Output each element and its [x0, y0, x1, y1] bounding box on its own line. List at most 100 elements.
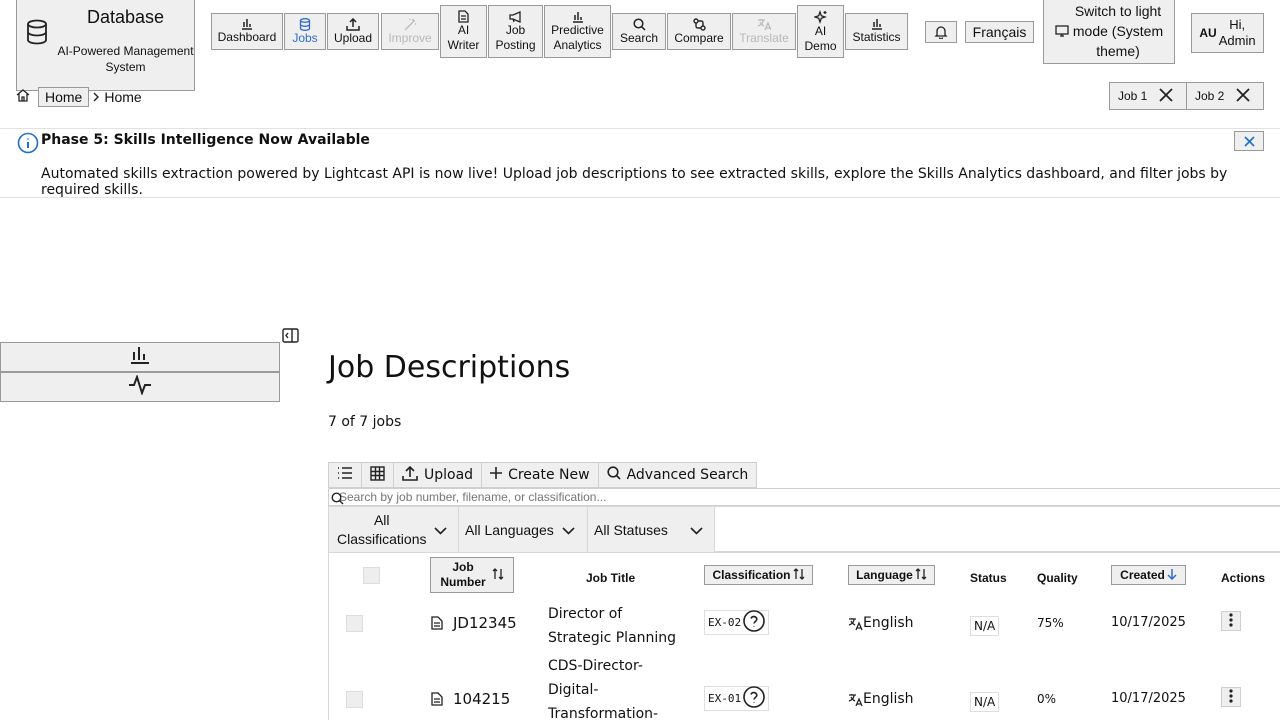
nav-predictive-analytics-button[interactable]: Predictive Analytics — [544, 5, 611, 58]
classification-header: Classification — [712, 568, 791, 582]
info-icon — [17, 132, 39, 158]
home-icon[interactable] — [16, 89, 30, 105]
user-greeting-label: Hi, — [1229, 17, 1246, 32]
database-icon — [299, 17, 311, 31]
tab-label: Job 2 — [1195, 89, 1225, 103]
notifications-button[interactable] — [925, 21, 957, 43]
more-vertical-icon — [1229, 688, 1233, 707]
close-icon[interactable] — [1159, 87, 1173, 105]
nav-ai-demo-label-1: AI — [814, 23, 827, 38]
document-icon — [431, 691, 443, 710]
sidebar-item-analytics[interactable] — [0, 342, 280, 372]
row-actions-button[interactable] — [1221, 687, 1241, 707]
sidebar-toggle-icon[interactable] — [282, 328, 299, 347]
nav-search-label: Search — [619, 30, 659, 45]
tab-job-2[interactable]: Job 2 — [1186, 82, 1264, 110]
nav-translate-button[interactable]: Translate — [732, 13, 796, 50]
bell-icon — [934, 25, 948, 39]
quality-cell: 0% — [1037, 692, 1057, 706]
upload-button[interactable]: Upload — [394, 463, 483, 487]
compare-icon — [692, 17, 706, 31]
theme-toggle-button[interactable]: Switch to light mode (System theme) — [1043, 0, 1175, 64]
banner-title: Phase 5: Skills Intelligence Now Availab… — [41, 132, 370, 148]
sort-icon — [915, 567, 927, 583]
nav-search-button[interactable]: Search — [612, 13, 666, 50]
job-count: 7 of 7 jobs — [328, 414, 402, 430]
tab-job-1[interactable]: Job 1 — [1109, 82, 1187, 110]
created-header: Created — [1120, 568, 1165, 582]
sort-icon — [793, 567, 805, 583]
user-menu-button[interactable]: AU Hi, Admin — [1191, 13, 1264, 53]
advanced-search-button[interactable]: Advanced Search — [599, 463, 757, 487]
select-all-checkbox[interactable] — [363, 567, 380, 584]
row-checkbox[interactable] — [346, 691, 363, 708]
help-icon[interactable] — [743, 610, 765, 635]
job-title-cell[interactable]: CDS-Director- Digital- Transformation- — [548, 654, 658, 726]
job-title-line: Transformation- — [548, 706, 659, 722]
database-icon — [25, 19, 49, 49]
job-toolbar: Upload Create New Advanced Search — [328, 462, 758, 488]
more-vertical-icon — [1229, 612, 1233, 631]
help-icon[interactable] — [743, 686, 765, 711]
page-title: Job Descriptions — [328, 350, 571, 385]
status-badge: N/A — [970, 692, 1000, 712]
language-toggle-label: Français — [972, 23, 1027, 40]
upload-label: Upload — [424, 467, 474, 483]
status-header: Status — [970, 571, 1007, 585]
job-title-line: Digital- — [548, 682, 599, 698]
nav-jobs-button[interactable]: Jobs — [284, 13, 326, 50]
bar-chart-icon — [130, 346, 150, 368]
banner-text: Automated skills extraction powered by L… — [41, 166, 1228, 198]
language-toggle-button[interactable]: Français — [965, 21, 1034, 43]
sort-language-button[interactable]: Language — [848, 565, 935, 585]
created-cell: 10/17/2025 — [1111, 691, 1186, 706]
status-filter[interactable]: All Statuses — [588, 507, 715, 553]
status-badge: N/A — [970, 616, 1000, 636]
activity-icon — [128, 373, 152, 399]
chevron-down-icon — [562, 522, 575, 538]
nav-compare-button[interactable]: Compare — [667, 13, 731, 50]
sort-classification-button[interactable]: Classification — [704, 565, 813, 585]
job-title-cell[interactable]: Director of Strategic Planning — [548, 602, 676, 650]
row-checkbox[interactable] — [346, 615, 363, 632]
language-cell: English — [863, 691, 914, 707]
sidebar-item-activity[interactable] — [0, 372, 280, 402]
sort-created-button[interactable]: Created — [1111, 565, 1186, 585]
create-new-button[interactable]: Create New — [482, 463, 599, 487]
breadcrumb-home-link[interactable]: Home — [38, 87, 90, 107]
list-icon — [337, 466, 353, 484]
create-new-label: Create New — [508, 467, 590, 483]
row-actions-button[interactable] — [1221, 611, 1241, 631]
tab-label: Job 1 — [1118, 89, 1148, 103]
search-input[interactable] — [328, 488, 1280, 506]
list-view-button[interactable] — [329, 463, 362, 487]
close-icon[interactable] — [1236, 87, 1250, 105]
sort-job-number-button[interactable]: Job Number — [430, 557, 514, 593]
brand-block[interactable]: Database AI-Powered Management System — [16, 0, 195, 91]
nav-improve-button[interactable]: Improve — [381, 13, 439, 50]
translate-icon — [848, 692, 863, 711]
nav-statistics-button[interactable]: Statistics — [845, 13, 908, 50]
banner-close-button[interactable] — [1234, 131, 1264, 151]
search-icon — [632, 17, 646, 31]
language-filter[interactable]: All Languages — [459, 507, 588, 553]
classification-filter[interactable]: All Classifications — [329, 507, 459, 553]
brand-subtitle: AI-Powered Management System — [57, 44, 194, 74]
job-title-header: Job Title — [586, 571, 636, 585]
job-number-cell[interactable]: 104215 — [453, 690, 510, 708]
search-icon — [606, 466, 621, 484]
nav-job-posting-label-2: Posting — [495, 37, 536, 52]
nav-ai-writer-button[interactable]: AI Writer — [440, 5, 487, 58]
translate-icon — [757, 18, 771, 31]
job-number-cell[interactable]: JD12345 — [453, 614, 517, 632]
nav-job-posting-button[interactable]: Job Posting — [488, 5, 543, 58]
megaphone-icon — [508, 10, 523, 23]
classification-filter-label-2: Classifications — [337, 531, 427, 547]
grid-view-button[interactable] — [362, 463, 394, 487]
nav-dashboard-button[interactable]: Dashboard — [211, 13, 283, 50]
theme-toggle-label-1: Switch to light — [1074, 3, 1162, 19]
avatar: AU — [1199, 25, 1217, 40]
nav-ai-demo-button[interactable]: AI Demo — [797, 5, 844, 58]
nav-upload-button[interactable]: Upload — [327, 13, 379, 50]
magic-wand-icon — [403, 18, 417, 31]
